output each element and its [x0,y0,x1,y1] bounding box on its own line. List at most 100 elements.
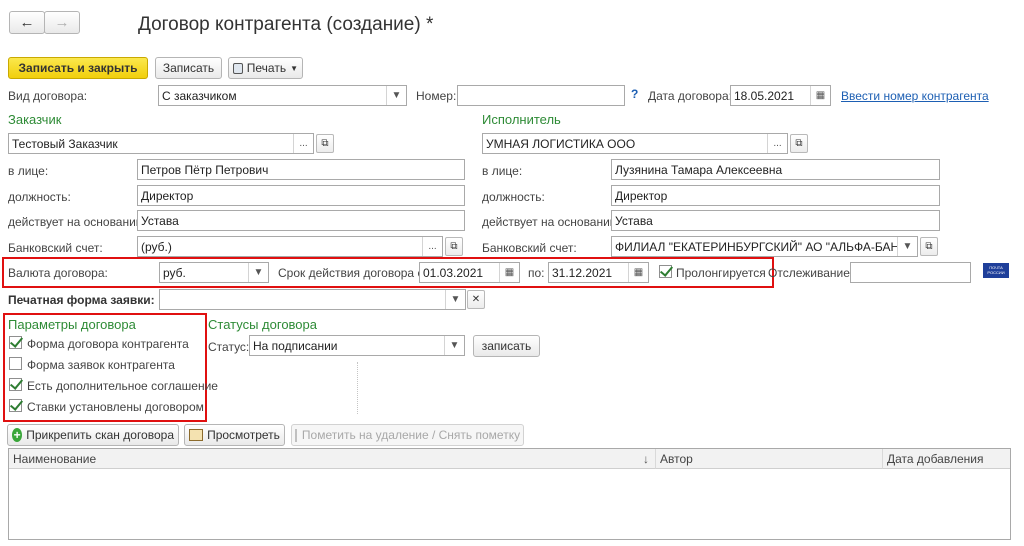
executor-person-input[interactable]: Лузянина Тамара Алексеевна [611,159,940,180]
close-icon: ✕ [471,294,481,305]
period-label: Срок действия договора с: [278,266,427,280]
column-header-author[interactable]: Автор [656,449,883,469]
column-header-date[interactable]: Дата добавления [883,449,1010,469]
add-icon: + [12,428,23,442]
open-customer-button[interactable]: ⧉ [316,134,334,153]
more-icon[interactable]: ... [293,134,313,153]
view-button[interactable]: Просмотреть [184,424,285,446]
calendar-icon[interactable]: ▦ [628,263,648,282]
open-window-icon: ⧉ [925,241,933,252]
open-window-icon: ⧉ [795,138,803,149]
chevron-down-icon[interactable]: ▼ [897,237,917,256]
date-input[interactable]: 18.05.2021 ▦ [730,85,831,106]
param-label-3: Есть дополнительное соглашение [27,379,218,393]
open-customer-bank-button[interactable]: ⧉ [445,237,463,256]
customer-position-input[interactable]: Директор [137,185,465,206]
vertical-divider [357,362,358,414]
attachments-table[interactable]: Наименование ↓ Автор Дата добавления [8,448,1011,540]
forward-button[interactable]: → [44,11,80,34]
number-input[interactable] [457,85,625,106]
attach-scan-button[interactable]: + Прикрепить скан договора [7,424,179,446]
open-executor-button[interactable]: ⧉ [790,134,808,153]
chevron-down-icon[interactable]: ▼ [386,86,406,105]
param-checkbox-3[interactable] [9,378,22,391]
chevron-down-icon: ▼ [290,63,298,73]
tracking-input[interactable] [850,262,971,283]
delete-mark-icon [294,428,297,442]
calendar-icon[interactable]: ▦ [810,86,830,105]
date-to-input[interactable]: 31.12.2021 ▦ [548,262,649,283]
contract-type-label: Вид договора: [8,89,88,103]
customer-bank-value: (руб.) [141,239,172,254]
customer-basis-value: Устава [141,213,179,228]
executor-position-input[interactable]: Директор [611,185,940,206]
to-label: по: [528,266,545,280]
executor-bank-value: ФИЛИАЛ "ЕКАТЕРИНБУРГСКИЙ" АО "АЛЬФА-БАНК… [615,239,897,254]
status-label: Статус: [208,340,250,354]
more-icon[interactable]: ... [422,237,442,256]
calendar-icon[interactable]: ▦ [499,263,519,282]
customer-title: Заказчик [8,112,62,127]
print-button[interactable]: Печать ▼ [228,57,303,79]
statuses-title: Статусы договора [208,317,318,332]
more-icon[interactable]: ... [767,134,787,153]
column-header-author-label: Автор [660,452,693,466]
param-label-1: Форма договора контрагента [27,337,189,351]
executor-position-label: должность: [482,190,545,204]
tracking-label: Отслеживание: [768,266,854,280]
executor-basis-input[interactable]: Устава [611,210,940,231]
status-save-button[interactable]: записать [473,335,540,357]
param-checkbox-2[interactable] [9,357,22,370]
column-header-date-label: Дата добавления [887,452,984,466]
save-close-button[interactable]: Записать и закрыть [8,57,148,79]
date-from-input[interactable]: 01.03.2021 ▦ [419,262,520,283]
chevron-down-icon[interactable]: ▼ [248,263,268,282]
customer-person-label: в лице: [8,164,49,178]
param-label-2: Форма заявок контрагента [27,358,175,372]
customer-basis-input[interactable]: Устава [137,210,465,231]
customer-name-value: Тестовый Заказчик [12,136,118,151]
customer-bank-input[interactable]: (руб.) ... [137,236,443,257]
date-to-value: 31.12.2021 [552,265,613,280]
printer-icon [233,62,243,74]
chevron-down-icon[interactable]: ▼ [444,336,464,355]
clear-print-form-button[interactable]: ✕ [467,290,485,309]
currency-select[interactable]: руб. ▼ [159,262,269,283]
open-window-icon: ⧉ [450,241,458,252]
customer-person-input[interactable]: Петров Пётр Петрович [137,159,465,180]
date-label: Дата договора: [648,89,732,103]
print-form-select[interactable]: ▼ [159,289,466,310]
executor-basis-value: Устава [615,213,653,228]
customer-bank-label: Банковский счет: [8,241,103,255]
russian-post-logo[interactable]: ПОЧТА РОССИИ [983,263,1009,278]
save-button[interactable]: Записать [155,57,222,79]
currency-value: руб. [163,265,186,280]
params-title: Параметры договора [8,317,136,332]
customer-name-input[interactable]: Тестовый Заказчик ... [8,133,314,154]
chevron-down-icon[interactable]: ▼ [445,290,465,309]
executor-bank-select[interactable]: ФИЛИАЛ "ЕКАТЕРИНБУРГСКИЙ" АО "АЛЬФА-БАНК… [611,236,918,257]
back-button[interactable]: ← [9,11,45,34]
executor-bank-label: Банковский счет: [482,241,577,255]
contract-type-value: С заказчиком [162,88,237,103]
contract-type-select[interactable]: С заказчиком ▼ [158,85,407,106]
column-header-name-label: Наименование [13,452,97,466]
mark-delete-button[interactable]: Пометить на удаление / Снять пометку [291,424,524,446]
date-from-value: 01.03.2021 [423,265,484,280]
param-checkbox-4[interactable] [9,399,22,412]
help-icon[interactable]: ? [631,87,638,101]
currency-label: Валюта договора: [8,266,108,280]
open-executor-bank-button[interactable]: ⧉ [920,237,938,256]
number-label: Номер: [416,89,457,103]
executor-name-input[interactable]: УМНАЯ ЛОГИСТИКА ООО ... [482,133,788,154]
enter-number-link[interactable]: Ввести номер контрагента [841,89,989,103]
prolong-label: Пролонгируется [676,266,766,280]
sort-down-icon: ↓ [643,452,649,466]
executor-person-label: в лице: [482,164,523,178]
status-select[interactable]: На подписании ▼ [249,335,465,356]
executor-title: Исполнитель [482,112,561,127]
prolong-checkbox[interactable] [659,265,672,278]
column-header-name[interactable]: Наименование ↓ [9,449,656,469]
print-form-label: Печатная форма заявки: [8,293,155,307]
param-checkbox-1[interactable] [9,336,22,349]
